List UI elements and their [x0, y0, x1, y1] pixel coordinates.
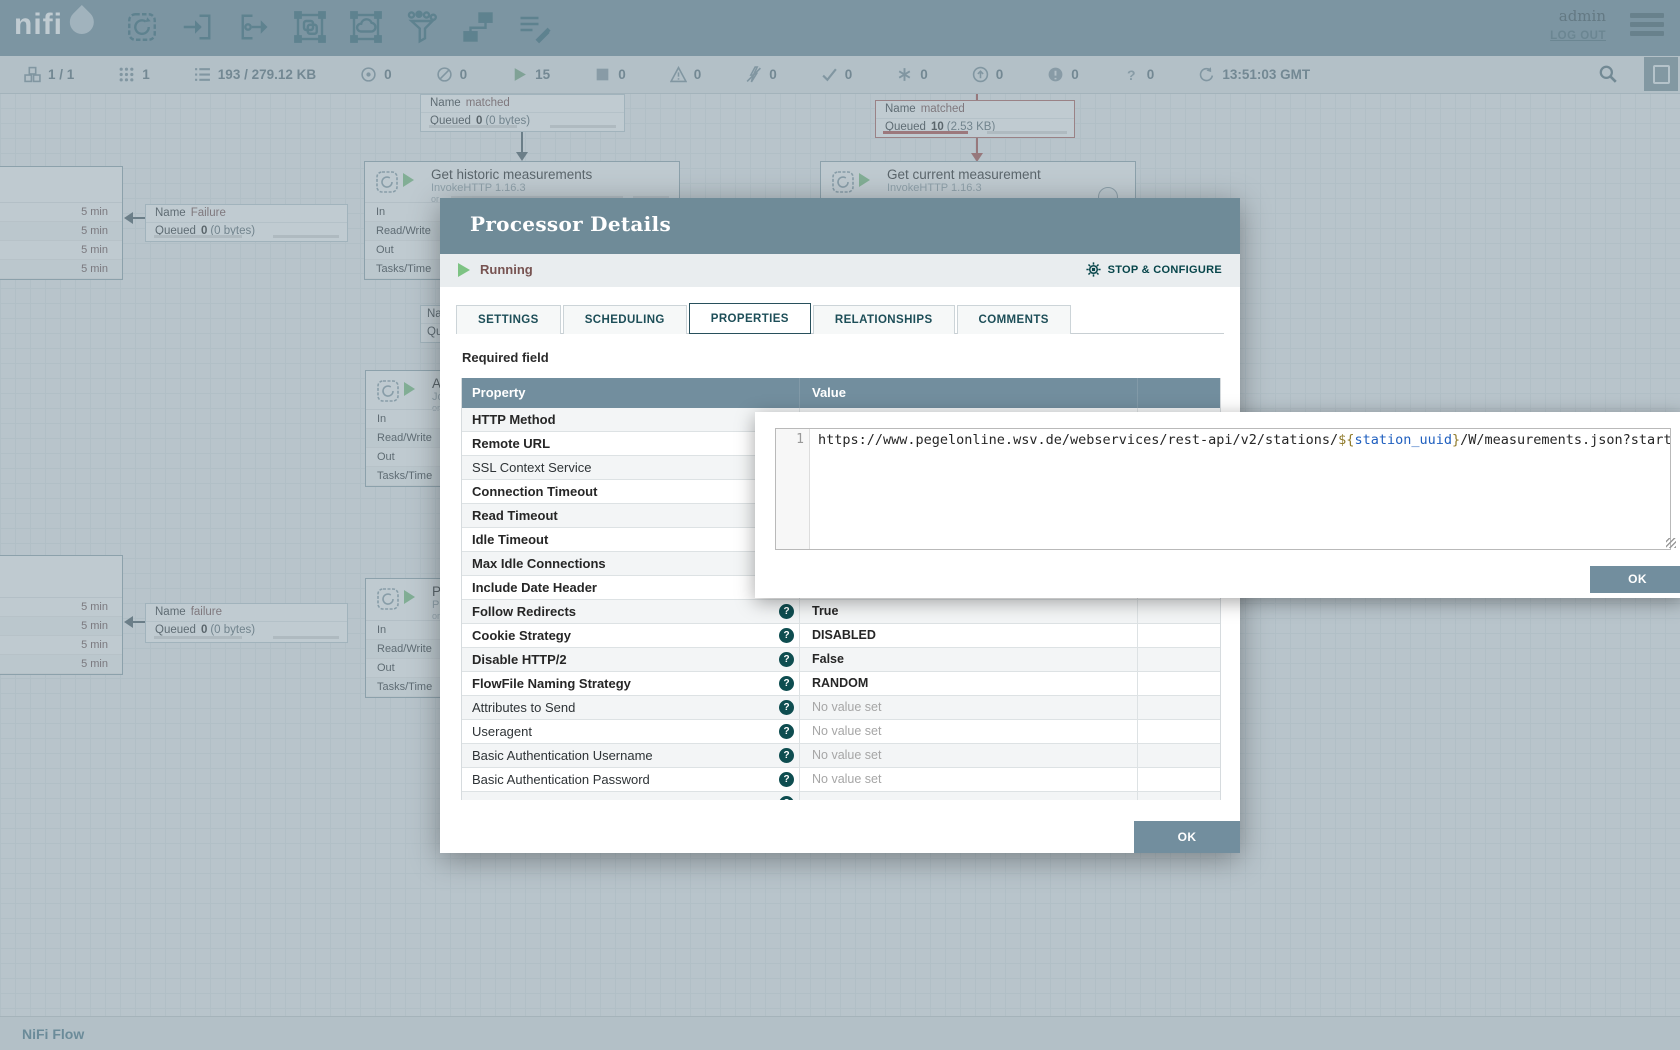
help-icon[interactable]: ?: [779, 652, 794, 667]
property-name: Connection Timeout: [472, 484, 597, 499]
help-icon[interactable]: ?: [779, 676, 794, 691]
dialog-tabs: SETTINGSSCHEDULINGPROPERTIESRELATIONSHIP…: [456, 303, 1224, 334]
property-name: Attributes to Send: [472, 700, 575, 715]
dialog-status-bar: Running STOP & CONFIGURE: [440, 254, 1240, 287]
url-text: https://www.pegelonline.wsv.de/webservic…: [818, 432, 1338, 448]
property-value[interactable]: False: [799, 648, 1137, 671]
url-text: /W/measurements.json?start=P30D: [1460, 432, 1670, 448]
dialog-header: Processor Details: [440, 198, 1240, 254]
help-icon[interactable]: ?: [779, 604, 794, 619]
property-name: Remote URL: [472, 436, 550, 451]
property-value[interactable]: RANDOM: [799, 672, 1137, 695]
property-name: Max Idle Connections: [472, 556, 606, 571]
property-name: Useragent: [472, 724, 532, 739]
property-name: FlowFile Naming Strategy: [472, 676, 631, 691]
help-icon[interactable]: ?: [779, 772, 794, 787]
property-name: Disable HTTP/2: [472, 652, 567, 667]
property-name: Include Date Header: [472, 580, 597, 595]
line-number-gutter: 1: [776, 429, 810, 549]
property-row: FlowFile Naming Strategy? RANDOM: [462, 672, 1220, 696]
property-row-clipped: ?: [462, 792, 1220, 800]
property-name: Basic Authentication Username: [472, 748, 653, 763]
property-name: Follow Redirects: [472, 604, 576, 619]
property-row: Basic Authentication Password? No value s…: [462, 768, 1220, 792]
tab-properties[interactable]: PROPERTIES: [689, 303, 811, 334]
run-status-label: Running: [480, 262, 533, 277]
property-row: Follow Redirects? True: [462, 600, 1220, 624]
tab-relationships[interactable]: RELATIONSHIPS: [813, 305, 955, 334]
column-value: Value: [799, 378, 1137, 408]
property-row: Attributes to Send? No value set: [462, 696, 1220, 720]
property-value[interactable]: No value set: [799, 744, 1137, 767]
expression-close: }: [1452, 432, 1460, 448]
line-number: 1: [796, 432, 804, 447]
property-value[interactable]: True: [799, 600, 1137, 623]
expression-open: ${: [1338, 432, 1354, 448]
resize-grip[interactable]: [1666, 538, 1676, 548]
property-name: Idle Timeout: [472, 532, 548, 547]
help-icon[interactable]: ?: [779, 724, 794, 739]
tab-comments[interactable]: COMMENTS: [957, 305, 1071, 334]
help-icon[interactable]: ?: [779, 748, 794, 763]
gear-stop-icon: [1085, 261, 1102, 278]
property-value[interactable]: No value set: [799, 720, 1137, 743]
property-row: Basic Authentication Username? No value s…: [462, 744, 1220, 768]
editor-ok-button[interactable]: OK: [1590, 566, 1680, 593]
running-icon: [458, 263, 470, 277]
property-row: Cookie Strategy? DISABLED: [462, 624, 1220, 648]
property-value[interactable]: No value set: [799, 768, 1137, 791]
property-value[interactable]: No value set: [799, 696, 1137, 719]
column-extra: [1137, 378, 1220, 408]
table-header: Property Value: [462, 378, 1220, 408]
required-field-note: Required field: [462, 350, 549, 365]
property-row: Useragent? No value set: [462, 720, 1220, 744]
value-editor[interactable]: 1 https://www.pegelonline.wsv.de/webserv…: [775, 428, 1671, 550]
expression-variable: station_uuid: [1354, 432, 1452, 448]
property-value[interactable]: DISABLED: [799, 624, 1137, 647]
help-icon[interactable]: ?: [779, 700, 794, 715]
stop-and-configure-button[interactable]: STOP & CONFIGURE: [1085, 261, 1222, 278]
property-row: Disable HTTP/2? False: [462, 648, 1220, 672]
nifi-app: nifi admin LOG OUT 1 / 1 1 193 / 279.12 …: [0, 0, 1680, 1050]
property-name: Basic Authentication Password: [472, 772, 650, 787]
dialog-title: Processor Details: [470, 212, 671, 236]
property-name: Cookie Strategy: [472, 628, 571, 643]
tab-settings[interactable]: SETTINGS: [456, 305, 561, 334]
property-name: Read Timeout: [472, 508, 558, 523]
value-editor-code[interactable]: https://www.pegelonline.wsv.de/webservic…: [810, 429, 1670, 549]
property-name: HTTP Method: [472, 412, 556, 427]
help-icon[interactable]: ?: [779, 796, 794, 800]
column-property: Property: [462, 378, 799, 408]
help-icon[interactable]: ?: [779, 628, 794, 643]
dialog-ok-button[interactable]: OK: [1134, 821, 1240, 853]
value-editor-popup: 1 https://www.pegelonline.wsv.de/webserv…: [755, 412, 1680, 598]
tab-scheduling[interactable]: SCHEDULING: [563, 305, 687, 334]
property-name: SSL Context Service: [472, 460, 591, 475]
